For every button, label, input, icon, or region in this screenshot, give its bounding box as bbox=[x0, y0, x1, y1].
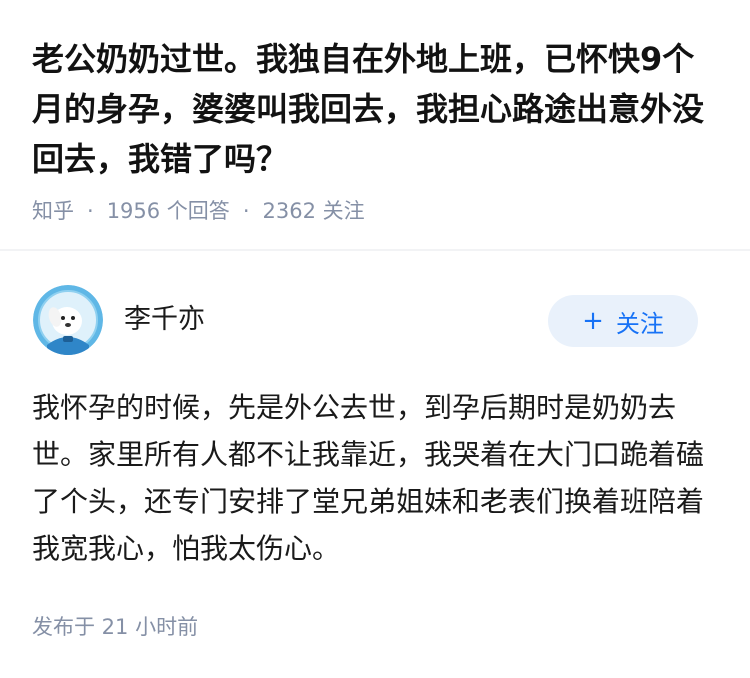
astronaut-dog-avatar-icon bbox=[33, 285, 103, 355]
question-title[interactable]: 老公奶奶过世。我独自在外地上班，已怀快9个月的身孕，婆婆叫我回去，我担心路途出意… bbox=[32, 34, 722, 184]
author-name[interactable]: 李千亦 bbox=[124, 303, 205, 337]
meta-separator: · bbox=[242, 199, 250, 223]
follower-count[interactable]: 2362 关注 bbox=[263, 196, 365, 226]
follow-button-label: 关注 bbox=[615, 309, 664, 338]
plus-icon: + bbox=[582, 306, 604, 336]
question-meta: 知乎 · 1956 个回答 · 2362 关注 bbox=[32, 196, 365, 226]
source-label[interactable]: 知乎 bbox=[32, 196, 74, 226]
meta-separator: · bbox=[87, 199, 94, 223]
answer-content[interactable]: 我怀孕的时候，先是外公去世，到孕后期时是奶奶去世。家里所有人都不让我靠近，我哭着… bbox=[32, 384, 712, 572]
section-divider bbox=[0, 249, 750, 251]
follow-button[interactable]: + 关注 bbox=[548, 295, 698, 347]
answer-count[interactable]: 1956 个回答 bbox=[107, 196, 230, 226]
published-time: 发布于 21 小时前 bbox=[32, 615, 199, 639]
question-header: 老公奶奶过世。我独自在外地上班，已怀快9个月的身孕，婆婆叫我回去，我担心路途出意… bbox=[0, 0, 750, 249]
author-avatar[interactable] bbox=[33, 285, 103, 355]
